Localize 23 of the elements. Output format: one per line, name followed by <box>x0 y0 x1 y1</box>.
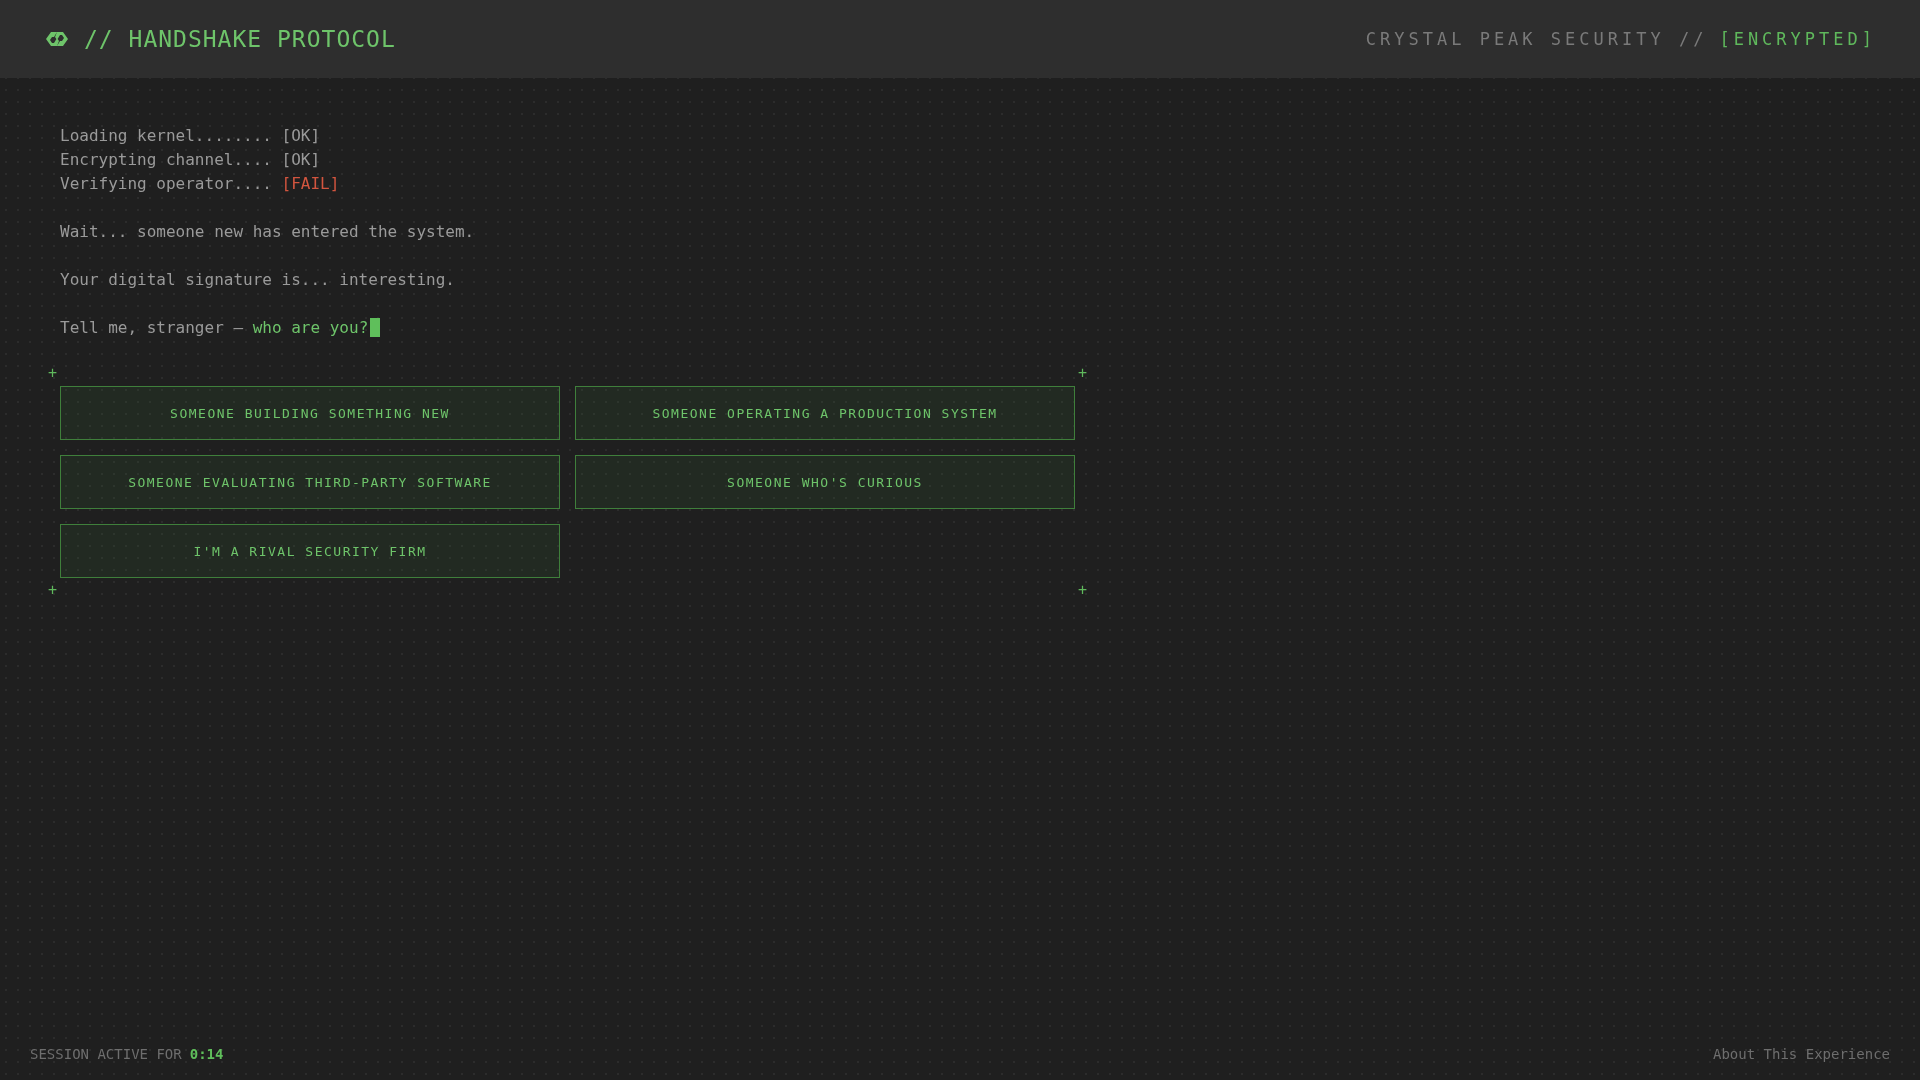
answer-option-button[interactable]: SOMEONE BUILDING SOMETHING NEW <box>60 386 560 440</box>
boot-log-line: Verifying operator.... [FAIL] <box>60 173 341 195</box>
app-title: // HANDSHAKE PROTOCOL <box>84 26 396 52</box>
encryption-status: [ENCRYPTED] <box>1719 29 1876 49</box>
answer-option-button[interactable]: SOMEONE OPERATING A PRODUCTION SYSTEM <box>575 386 1075 440</box>
boot-log-line: Loading kernel........ [OK] <box>60 125 322 147</box>
link-icon <box>44 31 70 47</box>
corner-mark: + <box>48 583 58 598</box>
corner-mark: + <box>1077 366 1087 381</box>
answer-option-button[interactable]: I'M A RIVAL SECURITY FIRM <box>60 524 560 578</box>
corner-mark: + <box>1077 583 1087 598</box>
cursor-icon <box>370 318 381 337</box>
terminal-message: Wait... someone new has entered the system. <box>60 221 476 243</box>
session-label: SESSION ACTIVE FOR <box>30 1046 182 1062</box>
boot-log-line: Encrypting channel.... [OK] <box>60 149 322 171</box>
company-name: CRYSTAL PEAK SECURITY // <box>1365 29 1708 49</box>
corner-mark: + <box>48 366 58 381</box>
terminal-message: Your digital signature is... interesting. <box>60 269 456 291</box>
answer-option-button[interactable]: SOMEONE WHO'S CURIOUS <box>575 455 1075 509</box>
prompt-text: Tell me, stranger – <box>60 318 245 337</box>
session-timer: 0:14 <box>189 1046 224 1062</box>
answer-option-button[interactable]: SOMEONE EVALUATING THIRD-PARTY SOFTWARE <box>60 455 560 509</box>
prompt-question: who are you? <box>252 318 369 337</box>
